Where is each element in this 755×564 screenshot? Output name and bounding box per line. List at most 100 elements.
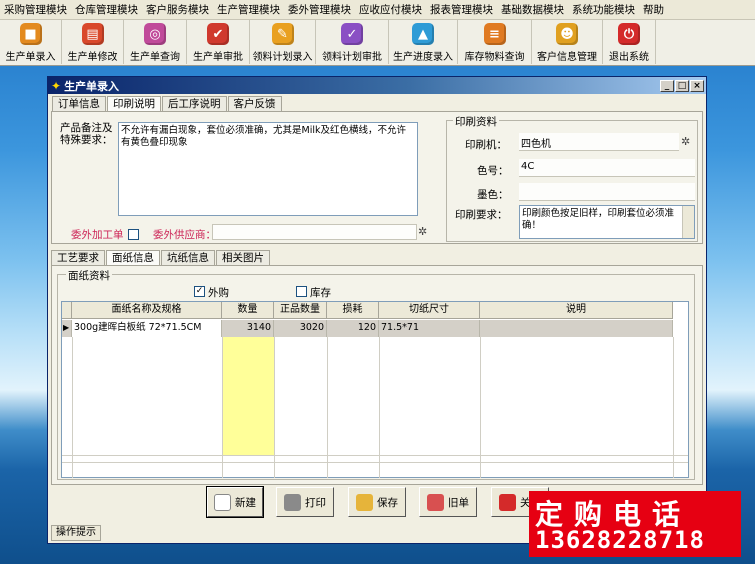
menu-item[interactable]: 客户服务模块 xyxy=(142,0,213,20)
toolbar-button[interactable]: ☻ 客户信息管理 xyxy=(532,20,603,64)
menu-item[interactable]: 帮助 xyxy=(639,0,668,20)
toolbar-button[interactable]: ■ 生产单录入 xyxy=(0,20,62,64)
close-window-button[interactable]: × xyxy=(690,79,704,92)
toolbar-button[interactable]: ✔ 生产单审批 xyxy=(187,20,250,64)
toolbar-button-label: 退出系统 xyxy=(609,52,649,63)
ink-label: 墨色： xyxy=(477,189,509,201)
menu-item[interactable]: 报表管理模块 xyxy=(426,0,497,20)
print-info-group: 印刷资料 印刷机： 四色机 ✲ 色号： 4C 墨色： 印刷要求： 印刷颜色按足旧… xyxy=(446,114,698,242)
supplier-lookup-icon[interactable]: ✲ xyxy=(418,225,427,238)
toolbar-button[interactable]: ▤ 生产单修改 xyxy=(62,20,124,64)
tag-icon xyxy=(427,493,444,511)
toolbar-button[interactable]: ◎ 生产单查询 xyxy=(124,20,187,64)
menu-item[interactable]: 仓库管理模块 xyxy=(71,0,142,20)
minimize-button[interactable]: _ xyxy=(660,79,674,92)
old-order-button-label: 旧单 xyxy=(448,496,469,509)
grid-header: 面纸名称及规格 数量 正品数量 损耗 切纸尺寸 说明 xyxy=(62,302,673,319)
supplier-field[interactable] xyxy=(212,224,417,240)
menu-item[interactable]: 基础数据模块 xyxy=(497,0,568,20)
menu-item[interactable]: 生产管理模块 xyxy=(213,0,284,20)
press-field[interactable]: 四色机 xyxy=(519,133,679,151)
toolbar-button[interactable]: ⏻ 退出系统 xyxy=(603,20,656,64)
cell-qty[interactable]: 3140 xyxy=(222,320,274,337)
new-doc-icon xyxy=(214,493,231,511)
stack-icon: ≡ xyxy=(483,23,506,45)
remark-textarea[interactable]: 不允许有漏白现象，套位必须准确，尤其是Milk及红色横线，不允许有黄色叠印现象 xyxy=(118,122,418,216)
app-star-icon: ✦ xyxy=(51,78,62,93)
cell-good-qty[interactable]: 3020 xyxy=(274,320,327,337)
supplier-label: 委外供应商： xyxy=(153,229,216,241)
folder-icon: ▤ xyxy=(81,23,104,45)
pencil-icon: ✎ xyxy=(271,23,294,45)
toolbar-button[interactable]: ▲ 生产进度录入 xyxy=(389,20,458,64)
paper-group: 面纸资料 ✓ 外购 库存 面纸名称及规格 数量 正品数量 损耗 切纸尺寸 说明 … xyxy=(57,268,695,480)
outsource-paper-checkbox[interactable]: ✓ xyxy=(194,286,205,297)
menu-bar: 采购管理模块 仓库管理模块 客户服务模块 生产管理模块 委外管理模块 应收应付模块 报表管理… xyxy=(0,0,755,20)
promo-phone: 13628228718 xyxy=(535,526,705,554)
status-hint: 操作提示 xyxy=(51,525,101,541)
window-title: 生产单录入 xyxy=(64,79,120,93)
cell-note[interactable] xyxy=(480,320,673,337)
menu-item[interactable]: 委外管理模块 xyxy=(284,0,355,20)
promo-banner: 定购电话 13628228718 xyxy=(529,491,741,557)
col-loss: 损耗 xyxy=(327,302,379,318)
req-scrollbar[interactable] xyxy=(682,206,694,238)
menu-item[interactable]: 应收应付模块 xyxy=(355,0,426,20)
stock-paper-checkbox[interactable] xyxy=(296,286,307,297)
menu-item[interactable]: 系统功能模块 xyxy=(568,0,639,20)
menu-item[interactable]: 采购管理模块 xyxy=(0,0,71,20)
toolbar-button-label: 库存物料查询 xyxy=(464,52,525,63)
toolbar-button-label: 生产单录入 xyxy=(5,52,56,63)
check-icon: ✓ xyxy=(341,23,363,45)
toolbar-button-label: 生产进度录入 xyxy=(393,52,453,63)
outsource-paper-label: 外购 xyxy=(208,287,229,299)
table-row[interactable]: ▶ 300g建晖白板纸 72*71.5CM 3140 3020 120 71.5… xyxy=(62,320,673,337)
tab-corrugated-info[interactable]: 坑纸信息 xyxy=(161,250,215,265)
print-button[interactable]: 打印 xyxy=(276,487,334,517)
old-order-button[interactable]: 旧单 xyxy=(419,487,477,517)
cell-name[interactable]: 300g建晖白板纸 72*71.5CM xyxy=(72,320,222,337)
tab-customer-feedback[interactable]: 客户反馈 xyxy=(227,96,282,111)
outsource-label: 委外加工单 xyxy=(71,229,124,241)
box-icon: ■ xyxy=(19,23,42,45)
save-button[interactable]: 保存 xyxy=(348,487,406,517)
tab-order-info[interactable]: 订单信息 xyxy=(52,96,106,111)
remark-label: 产品备注及 特殊要求： xyxy=(60,122,113,146)
tab-print-desc[interactable]: 印刷说明 xyxy=(107,96,161,111)
paper-grid: 面纸名称及规格 数量 正品数量 损耗 切纸尺寸 说明 ▶ 300g建晖白板纸 7… xyxy=(61,301,689,478)
tab-post-process[interactable]: 后工序说明 xyxy=(162,96,227,111)
save-button-label: 保存 xyxy=(377,496,398,509)
people-icon: ☻ xyxy=(556,23,578,45)
new-button-label: 新建 xyxy=(235,496,256,509)
press-lookup-icon[interactable]: ✲ xyxy=(681,135,690,148)
tab-process-req[interactable]: 工艺要求 xyxy=(51,250,105,265)
approve-icon: ✔ xyxy=(207,23,229,45)
toolbar-button[interactable]: ≡ 库存物料查询 xyxy=(458,20,532,64)
req-label: 印刷要求： xyxy=(455,209,508,221)
search-icon: ◎ xyxy=(144,23,166,45)
toolbar-button-label: 领料计划审批 xyxy=(322,52,382,63)
col-good-qty: 正品数量 xyxy=(274,302,327,318)
printer-icon xyxy=(284,493,301,511)
press-label: 印刷机： xyxy=(465,139,507,151)
top-tabs: 订单信息 印刷说明 后工序说明 客户反馈 xyxy=(52,96,283,111)
new-button[interactable]: 新建 xyxy=(206,486,264,518)
toolbar-button[interactable]: ✎ 领料计划录入 xyxy=(250,20,316,64)
color-field[interactable]: 4C xyxy=(519,159,695,177)
req-textarea[interactable]: 印刷颜色按足旧样，印刷套位必须准确！ xyxy=(519,205,695,239)
toolbar-button[interactable]: ✓ 领料计划审批 xyxy=(316,20,389,64)
stock-paper-label: 库存 xyxy=(310,287,331,299)
cell-loss[interactable]: 120 xyxy=(327,320,379,337)
qty-highlight-column xyxy=(222,337,274,455)
ink-field[interactable] xyxy=(519,183,695,201)
toolbar-button-label: 客户信息管理 xyxy=(537,52,597,63)
print-desc-panel: 产品备注及 特殊要求： 不允许有漏白现象，套位必须准确，尤其是Milk及红色横线… xyxy=(51,111,703,244)
maximize-button[interactable]: □ xyxy=(675,79,689,92)
tab-paper-info[interactable]: 面纸信息 xyxy=(106,250,160,265)
col-qty: 数量 xyxy=(222,302,274,318)
cell-cut-size[interactable]: 71.5*71 xyxy=(379,320,480,337)
paper-panel: 面纸资料 ✓ 外购 库存 面纸名称及规格 数量 正品数量 损耗 切纸尺寸 说明 … xyxy=(51,265,703,485)
tab-related-images[interactable]: 相关图片 xyxy=(216,250,270,265)
outsource-checkbox[interactable] xyxy=(128,229,139,240)
save-icon xyxy=(356,493,373,511)
